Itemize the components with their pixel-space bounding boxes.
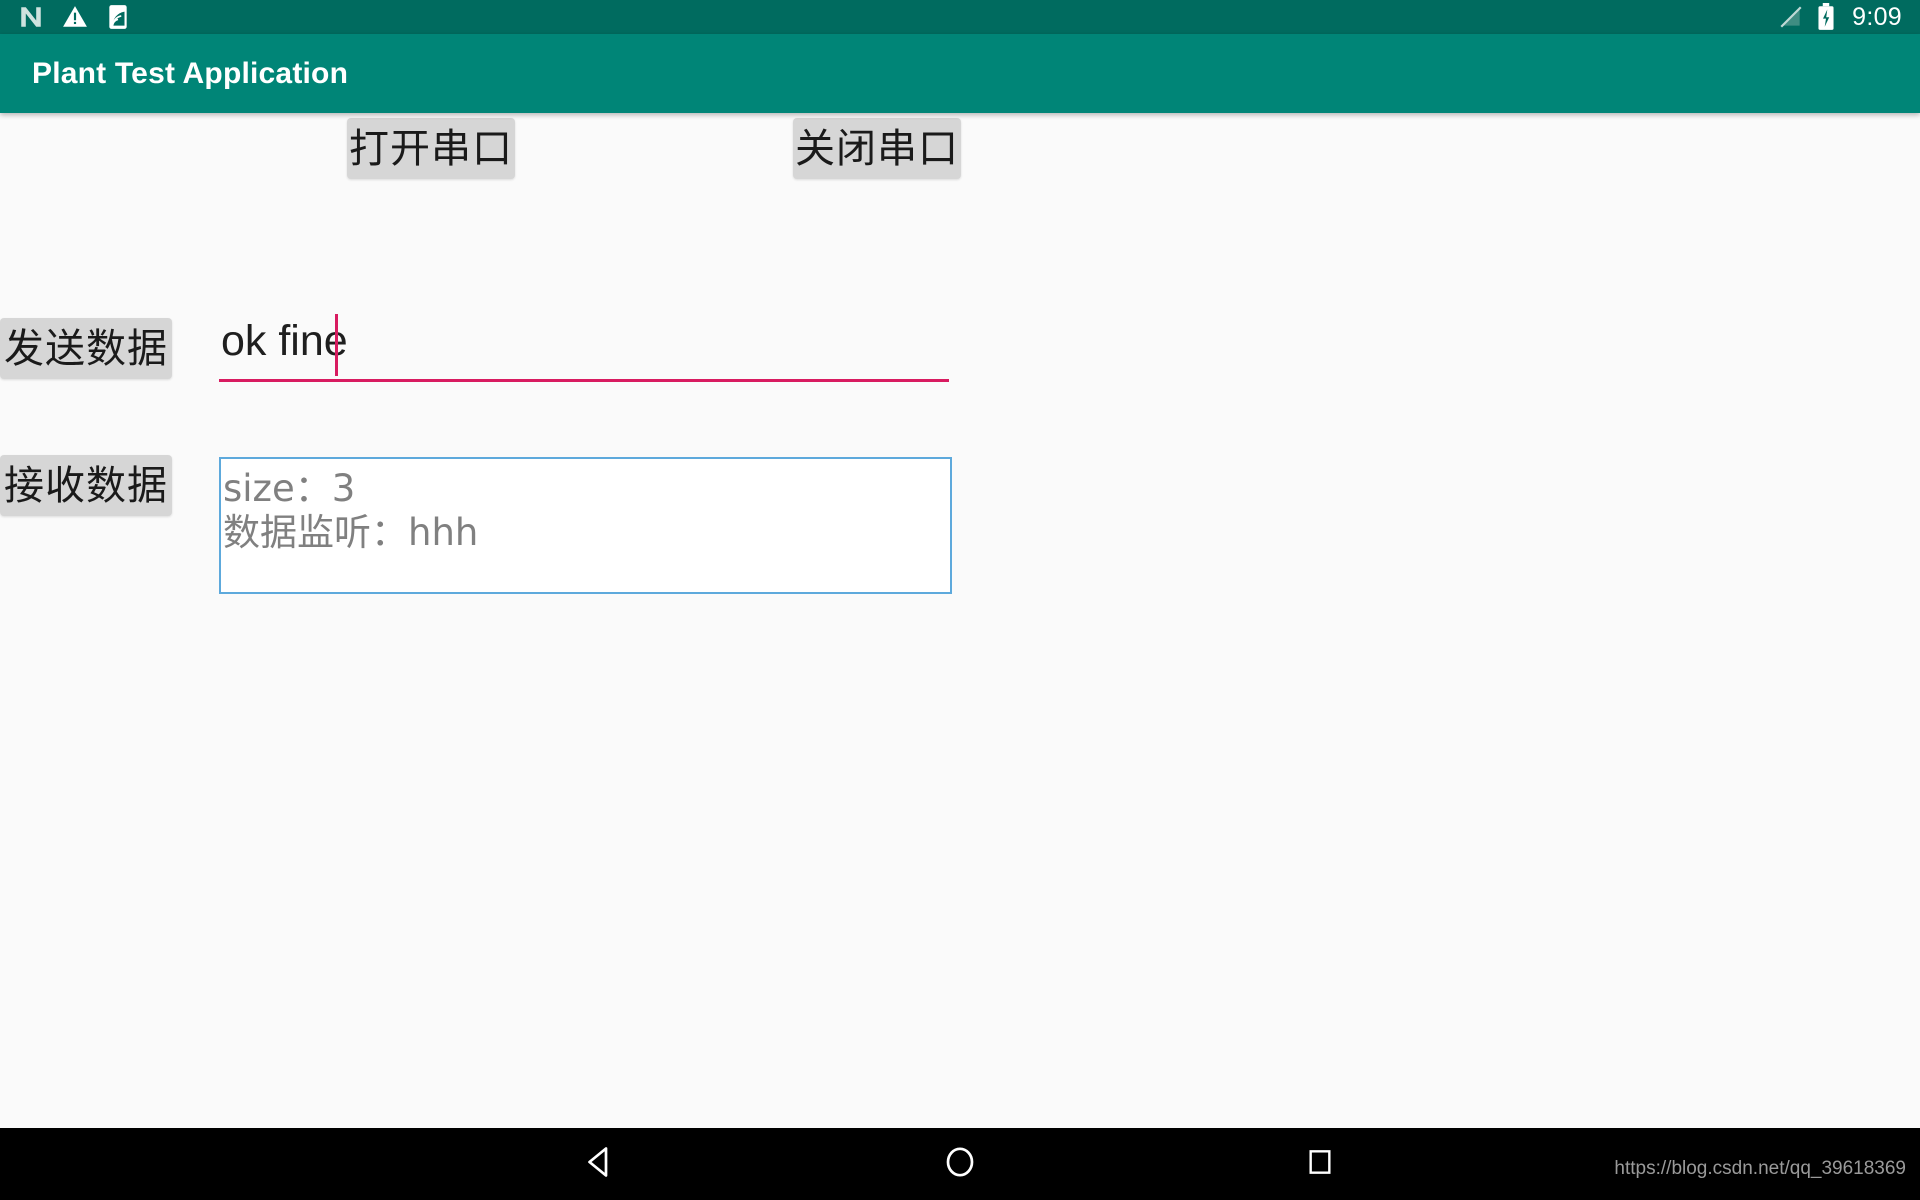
adb-tag-icon [106,4,130,30]
receive-data-text: size：3 数据监听：hhh [223,467,479,554]
app-bar: Plant Test Application [0,34,1920,113]
main-content: 打开串口 关闭串口 发送数据 接收数据 size：3 数据监听：hhh [0,113,1920,1128]
warning-triangle-icon [62,4,88,30]
nav-recents-button[interactable] [1240,1128,1400,1200]
app-title: Plant Test Application [32,56,349,90]
android-n-logo-icon [18,4,44,30]
recents-square-icon [1304,1146,1336,1183]
status-bar-left-icons [18,4,130,30]
status-bar-clock: 9:09 [1852,2,1902,31]
send-data-button[interactable]: 发送数据 [0,318,172,379]
open-serial-port-button[interactable]: 打开串口 [347,118,515,179]
send-data-input[interactable] [219,310,949,378]
battery-charging-icon [1816,3,1836,31]
close-serial-port-button[interactable]: 关闭串口 [793,118,961,179]
status-bar-right-icons: 9:09 [1778,3,1902,32]
back-triangle-icon [582,1144,618,1185]
text-cursor-icon [335,314,338,376]
watermark-url: https://blog.csdn.net/qq_39618369 [1614,1158,1906,1179]
status-bar: 9:09 [0,0,1920,34]
nav-home-button[interactable] [880,1128,1040,1200]
nav-back-button[interactable] [520,1128,680,1200]
input-underline [219,379,949,382]
send-data-field-container [219,310,949,382]
home-circle-icon [942,1144,978,1185]
receive-data-output[interactable]: size：3 数据监听：hhh [219,457,952,594]
receive-data-button[interactable]: 接收数据 [0,455,172,516]
android-screen: 9:09 Plant Test Application 打开串口 关闭串口 发送… [0,0,1920,1200]
signal-off-icon [1778,4,1804,30]
